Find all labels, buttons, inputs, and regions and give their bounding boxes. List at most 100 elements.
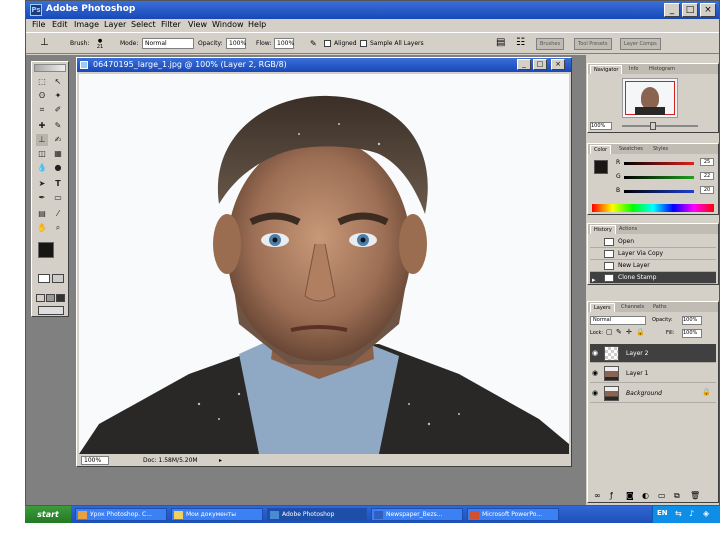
navigator-zoom-field[interactable]: 100%	[590, 122, 612, 130]
maximize-button[interactable]: □	[682, 3, 698, 17]
clone-stamp-icon[interactable]: ⊥	[40, 37, 52, 49]
tab-paths[interactable]: Paths	[650, 303, 670, 312]
menu-filter[interactable]: Filter	[161, 20, 181, 29]
palette-well-icon[interactable]: ☷	[516, 37, 525, 48]
taskbar-item[interactable]: Урок Photoshop. С...	[75, 508, 167, 521]
zoom-field[interactable]: 100%	[81, 456, 109, 465]
hand-tool-icon[interactable]: ✋	[36, 222, 48, 234]
tab-color[interactable]: Color	[590, 145, 612, 154]
visibility-eye-icon[interactable]: ◉	[592, 349, 600, 357]
navigator-thumbnail[interactable]	[622, 78, 678, 118]
tab-brushes[interactable]: Brushes	[536, 38, 565, 50]
adjustment-layer-icon[interactable]: ◐	[642, 491, 649, 500]
tab-info[interactable]: Info	[626, 65, 641, 74]
shape-tool-icon[interactable]: ▭	[52, 192, 64, 204]
color-channel-r-value[interactable]: 25	[700, 158, 714, 166]
layer-row-selected[interactable]: ◉ Layer 2	[590, 344, 716, 363]
color-foreground-swatch[interactable]	[594, 160, 608, 174]
doc-close-button[interactable]: ×	[551, 59, 565, 70]
tab-swatches[interactable]: Swatches	[616, 145, 646, 154]
type-tool-icon[interactable]: T	[52, 178, 64, 190]
lock-transparency-icon[interactable]: ▢	[606, 328, 613, 336]
doc-minimize-button[interactable]: _	[517, 59, 531, 70]
color-channel-b-value[interactable]: 20	[700, 186, 714, 194]
tab-actions[interactable]: Actions	[616, 225, 640, 234]
navigator-slider-handle[interactable]	[650, 122, 656, 130]
color-channel-r-slider[interactable]	[624, 162, 694, 165]
brush-preset-picker[interactable]: ● 21	[94, 38, 106, 50]
marquee-tool-icon[interactable]: ⬚	[36, 76, 48, 88]
eraser-tool-icon[interactable]: ◫	[36, 148, 48, 160]
tab-navigator[interactable]: Navigator	[590, 65, 623, 74]
lock-pixels-icon[interactable]: ✎	[616, 328, 622, 336]
clone-stamp-tool-icon[interactable]: ⊥	[36, 134, 48, 146]
magic-wand-tool-icon[interactable]: ✦	[52, 90, 64, 102]
screen-mode-full-icon[interactable]	[56, 294, 65, 302]
standard-mode-icon[interactable]	[38, 274, 50, 283]
quick-mask-icon[interactable]	[52, 274, 64, 283]
taskbar-item[interactable]: Microsoft PowerPo...	[467, 508, 559, 521]
close-button[interactable]: ×	[700, 3, 716, 17]
lasso-tool-icon[interactable]: ʘ	[36, 90, 48, 102]
color-channel-g-slider[interactable]	[624, 176, 694, 179]
move-tool-icon[interactable]: ↖	[52, 76, 64, 88]
tab-styles[interactable]: Styles	[650, 145, 671, 154]
start-button[interactable]: start	[25, 506, 71, 523]
new-layer-icon[interactable]: ⧉	[674, 491, 680, 501]
volume-icon[interactable]: ♪	[689, 509, 694, 518]
dodge-tool-icon[interactable]: ●	[52, 162, 64, 174]
minimize-button[interactable]: _	[664, 3, 680, 17]
color-spectrum-ramp[interactable]	[592, 204, 714, 212]
healing-brush-tool-icon[interactable]: ✚	[36, 120, 48, 132]
mode-select[interactable]: Normal	[142, 38, 194, 49]
tab-history[interactable]: History	[590, 225, 616, 234]
tab-channels[interactable]: Channels	[618, 303, 647, 312]
screen-mode-standard-icon[interactable]	[36, 294, 45, 302]
lock-position-icon[interactable]: ✛	[626, 328, 632, 336]
blur-tool-icon[interactable]: 💧	[36, 162, 48, 174]
history-item[interactable]: Layer Via Copy	[590, 248, 716, 260]
sample-all-checkbox[interactable]	[360, 40, 367, 47]
menu-help[interactable]: Help	[248, 20, 266, 29]
brush-tool-icon[interactable]: ✎	[52, 120, 64, 132]
zoom-tool-icon[interactable]: ⌕	[52, 222, 64, 234]
notes-tool-icon[interactable]: ▤	[36, 208, 48, 220]
screen-mode-full-menu-icon[interactable]	[46, 294, 55, 302]
history-item[interactable]: Open	[590, 236, 716, 248]
tab-layer-comps[interactable]: Layer Comps	[620, 38, 661, 50]
menu-select[interactable]: Select	[131, 20, 156, 29]
slice-tool-icon[interactable]: ✐	[52, 104, 64, 116]
gradient-tool-icon[interactable]: ▦	[52, 148, 64, 160]
menu-image[interactable]: Image	[74, 20, 99, 29]
layer-opacity-input[interactable]: 100%	[682, 316, 702, 325]
blend-mode-select[interactable]: Normal	[590, 316, 646, 325]
opacity-input[interactable]: 100%	[226, 38, 246, 49]
status-arrow-icon[interactable]: ▸	[219, 456, 222, 466]
menu-edit[interactable]: Edit	[52, 20, 68, 29]
layer-row[interactable]: ◉ Background 🔒	[590, 384, 716, 403]
history-brush-tool-icon[interactable]: ✍	[52, 134, 64, 146]
path-selection-tool-icon[interactable]: ➤	[36, 178, 48, 190]
menu-view[interactable]: View	[188, 20, 207, 29]
menu-file[interactable]: File	[32, 20, 45, 29]
tab-tool-presets[interactable]: Tool Presets	[574, 38, 612, 50]
lock-all-icon[interactable]: 🔒	[636, 328, 645, 336]
crop-tool-icon[interactable]: ⌗	[36, 104, 48, 116]
taskbar-item[interactable]: Мои документы	[171, 508, 263, 521]
doc-maximize-button[interactable]: □	[533, 59, 547, 70]
network-icon[interactable]: ⇆	[675, 509, 682, 518]
image-canvas[interactable]	[79, 74, 569, 454]
new-group-icon[interactable]: ▭	[658, 491, 666, 500]
taskbar-item[interactable]: Newspaper_Bezs...	[371, 508, 463, 521]
color-channel-b-slider[interactable]	[624, 190, 694, 193]
layer-row[interactable]: ◉ Layer 1	[590, 364, 716, 383]
airbrush-icon[interactable]: ✎	[310, 39, 317, 48]
visibility-eye-icon[interactable]: ◉	[592, 389, 600, 397]
tab-histogram[interactable]: Histogram	[646, 65, 678, 74]
antivirus-icon[interactable]: ◈	[703, 509, 709, 518]
link-layers-icon[interactable]: ∞	[594, 491, 601, 500]
taskbar-item-active[interactable]: Adobe Photoshop	[267, 508, 367, 521]
menu-layer[interactable]: Layer	[104, 20, 126, 29]
title-bar[interactable]: Ps Adobe Photoshop _ □ ×	[26, 1, 719, 19]
pen-tool-icon[interactable]: ✒	[36, 192, 48, 204]
